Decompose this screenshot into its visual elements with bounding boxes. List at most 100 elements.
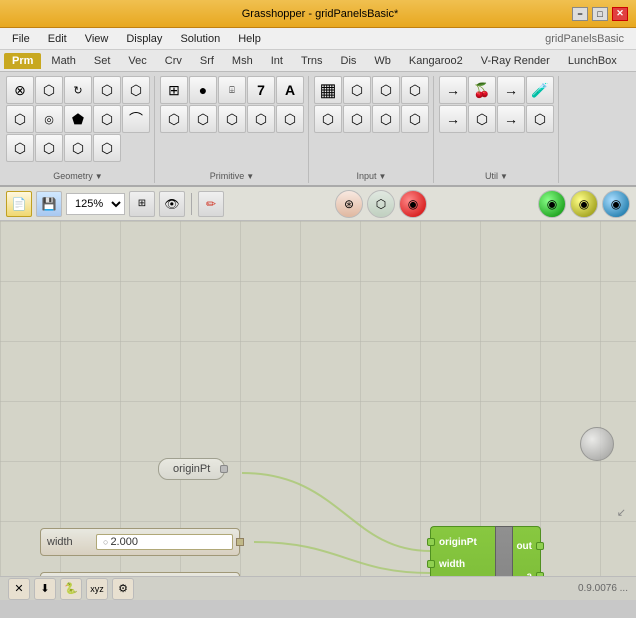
tab-vec[interactable]: Vec [120, 53, 154, 69]
ribbon-btn-4[interactable]: ⬡ [93, 76, 121, 104]
width-slider[interactable]: width ○ 2.000 [40, 528, 240, 556]
util-arrow-icon[interactable]: ▼ [500, 172, 508, 181]
input-btn-7[interactable]: ⬡ [372, 105, 400, 133]
tab-math[interactable]: Math [43, 53, 83, 69]
tab-int[interactable]: Int [263, 53, 291, 69]
draw-button[interactable]: ✏ [198, 191, 224, 217]
menu-view[interactable]: View [77, 31, 117, 47]
originpt-node[interactable]: originPt [158, 458, 225, 480]
ribbon-btn-10[interactable]: ⌒ [122, 105, 150, 133]
ribbon-btn-1[interactable]: ⊗ [6, 76, 34, 104]
preview-toggle[interactable]: ⬡ [367, 190, 395, 218]
fit-button[interactable]: ⊞ [129, 191, 155, 217]
ribbon-btn-6[interactable]: ⬡ [6, 105, 34, 133]
tab-lunchbox[interactable]: LunchBox [560, 53, 625, 69]
menu-display[interactable]: Display [118, 31, 170, 47]
port-a[interactable] [536, 572, 544, 576]
util-btn-3[interactable]: → [497, 76, 525, 104]
status-python-icon[interactable]: 🐍 [60, 578, 82, 600]
width-value[interactable]: ○ 2.000 [96, 534, 233, 550]
prim-btn-1[interactable]: ⊞ [160, 76, 188, 104]
ribbon-btn-9[interactable]: ⬡ [93, 105, 121, 133]
util-btn-6[interactable]: ⬡ [468, 105, 496, 133]
tab-set[interactable]: Set [86, 53, 119, 69]
ribbon-group-primitive: ⊞ ● ⌹ 7 A ⬡ ⬡ ⬡ ⬡ ⬡ Primitive ▼ [156, 76, 309, 183]
green-button[interactable]: ◉ [538, 190, 566, 218]
prim-btn-2[interactable]: ● [189, 76, 217, 104]
tab-dis[interactable]: Dis [333, 53, 365, 69]
status-gear-icon[interactable]: ⚙ [112, 578, 134, 600]
tab-wb[interactable]: Wb [366, 53, 399, 69]
ribbon-btn-12[interactable]: ⬡ [35, 134, 63, 162]
new-file-button[interactable]: 📄 [6, 191, 32, 217]
maximize-button[interactable]: □ [592, 7, 608, 21]
primitive-arrow-icon[interactable]: ▼ [246, 172, 254, 181]
ribbon-btn-8[interactable]: ⬟ [64, 105, 92, 133]
util-btn-8[interactable]: ⬡ [526, 105, 554, 133]
ribbon-btn-14[interactable]: ⬡ [93, 134, 121, 162]
python-node[interactable]: originPt width height offset numRows num… [430, 526, 535, 576]
port-out[interactable] [536, 542, 544, 550]
eye-button[interactable]: 👁 [159, 191, 185, 217]
ribbon-btn-3[interactable]: ↻ [64, 76, 92, 104]
util-btn-2[interactable]: 🍒 [468, 76, 496, 104]
close-button[interactable]: ✕ [612, 7, 628, 21]
ribbon-btn-11[interactable]: ⬡ [6, 134, 34, 162]
input-btn-4[interactable]: ⬡ [401, 76, 429, 104]
prim-btn-6[interactable]: ⬡ [160, 105, 188, 133]
menu-edit[interactable]: Edit [40, 31, 75, 47]
input-btn-1[interactable]: ▦ [314, 76, 342, 104]
tab-msh[interactable]: Msh [224, 53, 261, 69]
input-arrow-icon[interactable]: ▼ [379, 172, 387, 181]
util-btn-1[interactable]: → [439, 76, 467, 104]
menu-file[interactable]: File [4, 31, 38, 47]
color-button[interactable]: ◉ [399, 190, 427, 218]
input-btn-8[interactable]: ⬡ [401, 105, 429, 133]
menu-solution[interactable]: Solution [172, 31, 228, 47]
minimize-button[interactable]: − [572, 7, 588, 21]
prim-btn-8[interactable]: ⬡ [218, 105, 246, 133]
input-btn-2[interactable]: ⬡ [343, 76, 371, 104]
prim-btn-4[interactable]: 7 [247, 76, 275, 104]
ribbon-btn-13[interactable]: ⬡ [64, 134, 92, 162]
ribbon-btn-5[interactable]: ⬡ [122, 76, 150, 104]
util-btn-4[interactable]: 🧪 [526, 76, 554, 104]
input-btn-3[interactable]: ⬡ [372, 76, 400, 104]
yellow-button[interactable]: ◉ [570, 190, 598, 218]
status-download-icon[interactable]: ⬇ [34, 578, 56, 600]
version-text: 0.9.0076 ... [578, 583, 628, 594]
prim-btn-9[interactable]: ⬡ [247, 105, 275, 133]
ribbon-btn-2[interactable]: ⬡ [35, 76, 63, 104]
python-output-a: a [513, 565, 540, 576]
blue-sphere-button[interactable]: ◉ [602, 190, 630, 218]
height-slider[interactable]: height ○ 2.000 [40, 572, 240, 576]
status-close-icon[interactable]: ✕ [8, 578, 30, 600]
input-btn-5[interactable]: ⬡ [314, 105, 342, 133]
tab-srf[interactable]: Srf [192, 53, 222, 69]
prim-btn-7[interactable]: ⬡ [189, 105, 217, 133]
tab-trns[interactable]: Trns [293, 53, 331, 69]
view-orb[interactable] [580, 427, 614, 461]
port-originpt[interactable] [427, 538, 435, 546]
util-btn-5[interactable]: → [439, 105, 467, 133]
prim-btn-5[interactable]: A [276, 76, 304, 104]
tab-vray[interactable]: V-Ray Render [473, 53, 558, 69]
tab-prm[interactable]: Prm [4, 53, 41, 69]
zoom-select[interactable]: 50% 75% 100% 125% 150% 200% [66, 193, 125, 215]
ribbon-btn-7[interactable]: ◎ [35, 105, 63, 133]
save-button[interactable]: 💾 [36, 191, 62, 217]
status-xyz-icon[interactable]: xyz [86, 578, 108, 600]
geometry-arrow-icon[interactable]: ▼ [95, 172, 103, 181]
tab-kangaroo2[interactable]: Kangaroo2 [401, 53, 471, 69]
input-btn-6[interactable]: ⬡ [343, 105, 371, 133]
canvas[interactable]: originPt width ○ 2.000 height ○ 2.000 of… [0, 221, 636, 576]
bake-button[interactable]: ⊛ [335, 190, 363, 218]
prim-btn-3[interactable]: ⌹ [218, 76, 246, 104]
util-btn-7[interactable]: → [497, 105, 525, 133]
port-width[interactable] [427, 560, 435, 568]
menu-help[interactable]: Help [230, 31, 269, 47]
util-group-title: Util ▼ [439, 169, 554, 183]
input-group-title: Input ▼ [314, 169, 429, 183]
tab-crv[interactable]: Crv [157, 53, 190, 69]
prim-btn-10[interactable]: ⬡ [276, 105, 304, 133]
